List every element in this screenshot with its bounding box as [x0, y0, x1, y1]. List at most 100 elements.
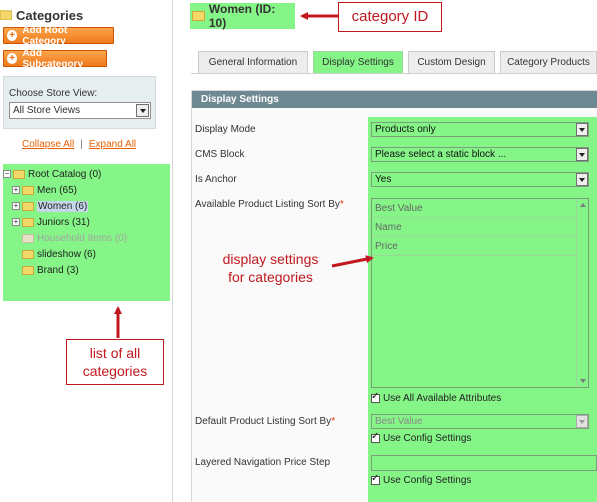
category-id-callout: category ID: [338, 2, 442, 32]
is-anchor-select[interactable]: Yes: [371, 172, 589, 187]
checkbox-checked-icon[interactable]: [371, 391, 380, 403]
chevron-down-icon: [136, 104, 149, 117]
tree-item[interactable]: + Women (6): [12, 199, 89, 213]
tree-item[interactable]: Household Items (0): [22, 231, 127, 245]
tab-general-information[interactable]: General Information: [198, 51, 308, 73]
cms-block-label: CMS Block: [195, 149, 245, 160]
add-root-category-label: Add Root Category: [22, 24, 68, 47]
use-config-checkbox[interactable]: Use Config Settings: [371, 431, 472, 444]
tree-item-label: slideshow (6): [37, 248, 96, 260]
use-all-attributes-checkbox[interactable]: Use All Available Attributes: [371, 391, 502, 404]
callout-text-line2: categories: [82, 363, 148, 379]
callout-text-line1: list of all: [89, 345, 141, 361]
tree-item-label: Juniors (31): [37, 216, 90, 228]
display-mode-label: Display Mode: [195, 124, 256, 135]
tab-label: Custom Design: [417, 57, 486, 68]
tab-category-products[interactable]: Category Products: [500, 51, 597, 73]
scroll-down-icon[interactable]: [580, 379, 586, 383]
category-sidebar: Categories + Add Root Category + Add Sub…: [0, 0, 172, 502]
tree-item-label: Women (6): [37, 200, 89, 212]
callout-text-line1: display settings: [222, 251, 319, 267]
default-sort-label: Default Product Listing Sort By*: [195, 416, 335, 427]
sort-by-label: Available Product Listing Sort By*: [195, 199, 344, 210]
tab-label: Category Products: [507, 57, 590, 68]
sidebar-title: Categories: [0, 6, 83, 24]
required-mark: *: [331, 416, 336, 427]
collapse-all-link[interactable]: Collapse All: [22, 139, 74, 150]
store-view-switcher: Choose Store View: All Store Views: [3, 76, 156, 129]
folder-icon: [22, 265, 34, 275]
is-anchor-label: Is Anchor: [195, 174, 237, 185]
expand-icon[interactable]: +: [12, 186, 20, 194]
column-divider: [172, 0, 173, 502]
tree-item[interactable]: Brand (3): [22, 263, 79, 277]
default-sort-value: Best Value: [375, 416, 423, 427]
folder-icon: [192, 11, 205, 21]
tree-item[interactable]: − Root Catalog (0): [3, 167, 101, 181]
default-sort-label-text: Default Product Listing Sort By: [195, 416, 332, 427]
display-settings-callout: display settings for categories: [210, 242, 331, 295]
sort-option[interactable]: Name: [372, 218, 588, 237]
callout-text-line2: for categories: [228, 269, 313, 285]
tree-item-label: Root Catalog (0): [28, 168, 102, 180]
store-view-value: All Store Views: [13, 105, 81, 116]
page-title: Women (ID: 10): [208, 2, 276, 30]
tab-custom-design[interactable]: Custom Design: [408, 51, 495, 73]
callout-text: category ID: [351, 8, 429, 25]
folder-icon: [22, 217, 34, 227]
sort-by-multiselect[interactable]: Best Value Name Price: [371, 198, 589, 388]
expand-icon[interactable]: +: [12, 202, 20, 210]
use-config-label-2: Use Config Settings: [383, 474, 472, 486]
store-view-label: Choose Store View:: [9, 88, 98, 99]
folder-icon: [22, 249, 34, 259]
tree-item[interactable]: + Men (65): [12, 183, 77, 197]
expand-icon[interactable]: +: [12, 218, 20, 226]
display-mode-value: Products only: [375, 124, 436, 135]
price-step-input[interactable]: [371, 455, 597, 471]
section-title: Display Settings: [192, 91, 597, 108]
use-config-label: Use Config Settings: [383, 432, 472, 444]
folder-icon: [22, 233, 34, 243]
tree-item-label: Household Items (0): [37, 232, 128, 244]
tree-item-label: Brand (3): [37, 264, 79, 276]
use-config-checkbox-2[interactable]: Use Config Settings: [371, 473, 472, 486]
multiselect-scrollbar[interactable]: [576, 199, 588, 387]
tree-links: Collapse All | Expand All: [22, 139, 136, 150]
chevron-down-icon: [576, 415, 588, 428]
scroll-up-icon[interactable]: [580, 203, 586, 207]
folder-icon: [22, 201, 34, 211]
sort-option[interactable]: Price: [372, 237, 588, 256]
add-root-category-button[interactable]: + Add Root Category: [3, 24, 114, 47]
tree-item[interactable]: slideshow (6): [22, 247, 96, 261]
tree-item[interactable]: + Juniors (31): [12, 215, 90, 229]
sort-by-label-text: Available Product Listing Sort By: [195, 199, 340, 210]
plus-icon: +: [7, 30, 18, 41]
sort-option[interactable]: Best Value: [372, 199, 588, 218]
folder-icon: [0, 10, 12, 20]
use-all-attributes-label: Use All Available Attributes: [383, 392, 502, 404]
link-separator: |: [80, 139, 83, 150]
tab-display-settings[interactable]: Display Settings: [313, 51, 403, 73]
folder-icon: [13, 169, 25, 179]
sidebar-title-text: Categories: [16, 7, 84, 23]
checkbox-checked-icon[interactable]: [371, 431, 380, 443]
collapse-icon[interactable]: −: [3, 170, 11, 178]
chevron-down-icon: [576, 148, 588, 161]
category-tabs: General Information Display Settings Cus…: [198, 51, 597, 73]
tab-label: General Information: [208, 57, 298, 68]
price-step-label: Layered Navigation Price Step: [195, 457, 331, 468]
default-sort-select[interactable]: Best Value: [371, 414, 589, 429]
tree-item-label: Men (65): [37, 184, 78, 196]
add-subcategory-label: Add Subcategory: [22, 47, 84, 70]
folder-icon: [22, 185, 34, 195]
display-mode-select[interactable]: Products only: [371, 122, 589, 137]
is-anchor-value: Yes: [375, 174, 392, 185]
chevron-down-icon: [576, 123, 588, 136]
checkbox-checked-icon[interactable]: [371, 473, 380, 485]
expand-all-link[interactable]: Expand All: [89, 139, 136, 150]
category-header: Women (ID: 10): [190, 2, 295, 30]
cms-block-select[interactable]: Please select a static block ...: [371, 147, 589, 162]
plus-icon: +: [7, 53, 18, 64]
store-view-select[interactable]: All Store Views: [9, 102, 151, 119]
add-subcategory-button[interactable]: + Add Subcategory: [3, 47, 107, 70]
